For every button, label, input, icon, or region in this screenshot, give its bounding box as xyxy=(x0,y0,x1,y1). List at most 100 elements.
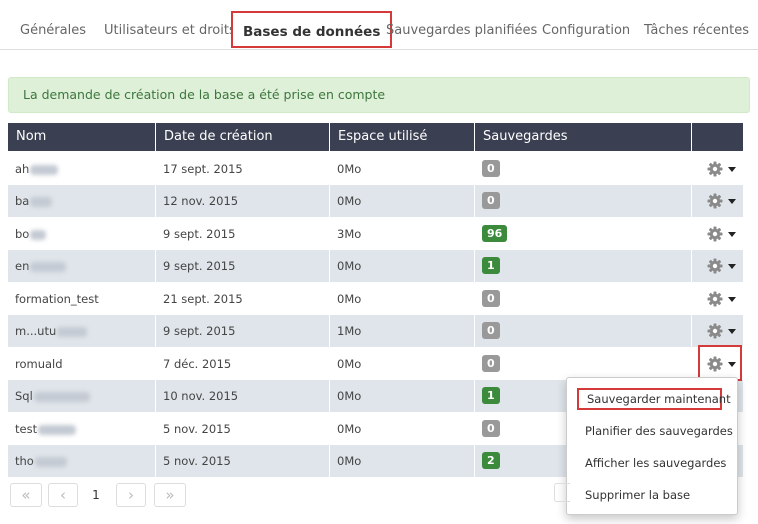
space-used-cell: 0Mo xyxy=(337,292,362,306)
database-name: ba xyxy=(15,194,30,208)
menu-item-supprimer-base[interactable]: Supprimer la base xyxy=(567,480,737,510)
caret-down-icon xyxy=(728,264,736,269)
redacted-text xyxy=(30,196,53,207)
row-actions-button[interactable] xyxy=(707,291,739,307)
backup-count-badge: 0 xyxy=(482,322,500,339)
column-separator xyxy=(474,153,475,185)
menu-item-planifier-sauvegardes[interactable]: Planifier des sauvegardes xyxy=(567,416,737,446)
next-page-button[interactable]: › xyxy=(116,483,146,507)
database-name-cell: en xyxy=(8,250,67,282)
space-used-cell: 0Mo xyxy=(337,259,362,273)
tab-taches-recentes[interactable]: Tâches récentes xyxy=(644,0,749,50)
column-separator xyxy=(691,185,692,217)
database-name: m...utu xyxy=(15,324,57,338)
redacted-text xyxy=(33,391,90,402)
menu-item-afficher-sauvegardes[interactable]: Afficher les sauvegardes xyxy=(567,448,737,478)
database-name-cell: ah xyxy=(8,153,59,185)
column-separator xyxy=(691,218,692,250)
table-row[interactable]: bo 9 sept. 2015 3Mo 96 xyxy=(8,218,743,250)
space-used-cell: 0Mo xyxy=(337,162,362,176)
creation-date-cell: 21 sept. 2015 xyxy=(163,292,243,306)
row-actions-button[interactable] xyxy=(707,258,739,274)
database-name-cell: formation_test xyxy=(8,283,99,315)
menu-item-sauvegarder-maintenant[interactable]: Sauvegarder maintenant xyxy=(577,388,731,410)
backup-count-badge: 0 xyxy=(482,355,500,372)
database-name-cell: romuald xyxy=(8,348,63,380)
column-header-date-creation[interactable]: Date de création xyxy=(156,123,330,151)
column-separator xyxy=(474,283,475,315)
column-separator xyxy=(474,380,475,412)
tab-configuration[interactable]: Configuration xyxy=(542,0,630,50)
table-row[interactable]: romuald 7 déc. 2015 0Mo 0 xyxy=(8,348,743,380)
table-row[interactable]: ba 12 nov. 2015 0Mo 0 xyxy=(8,185,743,217)
database-name: Sql xyxy=(15,389,33,403)
backup-count-badge: 1 xyxy=(482,257,500,274)
database-name: test xyxy=(15,422,38,436)
row-actions-button[interactable] xyxy=(707,226,739,242)
backup-count-badge: 0 xyxy=(482,420,500,437)
column-header-espace-utilise[interactable]: Espace utilisé xyxy=(330,123,475,151)
space-used-cell: 3Mo xyxy=(337,227,362,241)
backup-count-badge: 0 xyxy=(482,290,500,307)
creation-date-cell: 9 sept. 2015 xyxy=(163,324,236,338)
database-name: bo xyxy=(15,227,30,241)
column-header-nom[interactable]: Nom xyxy=(8,123,156,151)
redacted-text xyxy=(30,164,59,175)
tab-sauvegardes-planifiees[interactable]: Sauvegardes planifiées xyxy=(386,0,537,50)
last-page-button[interactable]: » xyxy=(154,483,186,507)
database-name-cell: Sql xyxy=(8,380,90,412)
column-separator xyxy=(474,413,475,445)
row-actions-button[interactable] xyxy=(707,323,739,339)
database-name-cell: m...utu xyxy=(8,315,88,347)
page-size-select[interactable] xyxy=(554,483,570,502)
space-used-cell: 0Mo xyxy=(337,422,362,436)
row-actions-button[interactable] xyxy=(707,161,739,177)
previous-page-button[interactable]: ‹ xyxy=(48,483,78,507)
first-page-button[interactable]: « xyxy=(10,483,42,507)
redacted-text xyxy=(57,326,88,337)
backup-count-badge: 2 xyxy=(482,452,500,469)
actions-highlight-box xyxy=(698,345,742,381)
database-name: tho xyxy=(15,454,34,468)
column-header-sauvegardes[interactable]: Sauvegardes xyxy=(475,123,692,151)
table-header: Nom Date de création Espace utilisé Sauv… xyxy=(8,123,743,151)
actions-dropdown-menu: Sauvegarder maintenant Planifier des sau… xyxy=(566,377,738,515)
space-used-cell: 0Mo xyxy=(337,357,362,371)
tab-generales[interactable]: Générales xyxy=(20,0,86,50)
backup-count-badge: 96 xyxy=(482,225,508,242)
caret-down-icon xyxy=(728,232,736,237)
database-name-cell: bo xyxy=(8,218,47,250)
database-name: formation_test xyxy=(15,292,99,306)
caret-down-icon xyxy=(728,297,736,302)
database-name: en xyxy=(15,259,30,273)
column-separator xyxy=(474,445,475,477)
table-row[interactable]: en 9 sept. 2015 0Mo 1 xyxy=(8,250,743,282)
tab-utilisateurs-et-droits[interactable]: Utilisateurs et droits xyxy=(104,0,236,50)
backup-count-badge: 0 xyxy=(482,192,500,209)
row-actions-button[interactable] xyxy=(707,193,739,209)
backup-count-badge: 1 xyxy=(482,387,500,404)
tab-bar: Générales Utilisateurs et droits Bases d… xyxy=(0,0,758,50)
redacted-text xyxy=(30,229,47,240)
column-separator xyxy=(691,283,692,315)
current-page[interactable]: 1 xyxy=(86,483,106,507)
tab-bases-de-donnees[interactable]: Bases de données xyxy=(231,11,393,48)
caret-down-icon xyxy=(728,167,736,172)
caret-down-icon xyxy=(728,329,736,334)
table-row[interactable]: m...utu 9 sept. 2015 1Mo 0 xyxy=(8,315,743,347)
creation-date-cell: 17 sept. 2015 xyxy=(163,162,243,176)
space-used-cell: 0Mo xyxy=(337,389,362,403)
success-alert: La demande de création de la base a été … xyxy=(8,77,750,113)
table-row[interactable]: formation_test 21 sept. 2015 0Mo 0 xyxy=(8,283,743,315)
creation-date-cell: 5 nov. 2015 xyxy=(163,454,231,468)
column-separator xyxy=(474,218,475,250)
database-name-cell: test xyxy=(8,413,77,445)
creation-date-cell: 7 déc. 2015 xyxy=(163,357,232,371)
table-row[interactable]: ah 17 sept. 2015 0Mo 0 xyxy=(8,153,743,185)
space-used-cell: 0Mo xyxy=(337,454,362,468)
caret-down-icon xyxy=(728,199,736,204)
database-name-cell: tho xyxy=(8,445,67,477)
redacted-text xyxy=(30,261,67,272)
space-used-cell: 1Mo xyxy=(337,324,362,338)
column-separator xyxy=(691,315,692,347)
